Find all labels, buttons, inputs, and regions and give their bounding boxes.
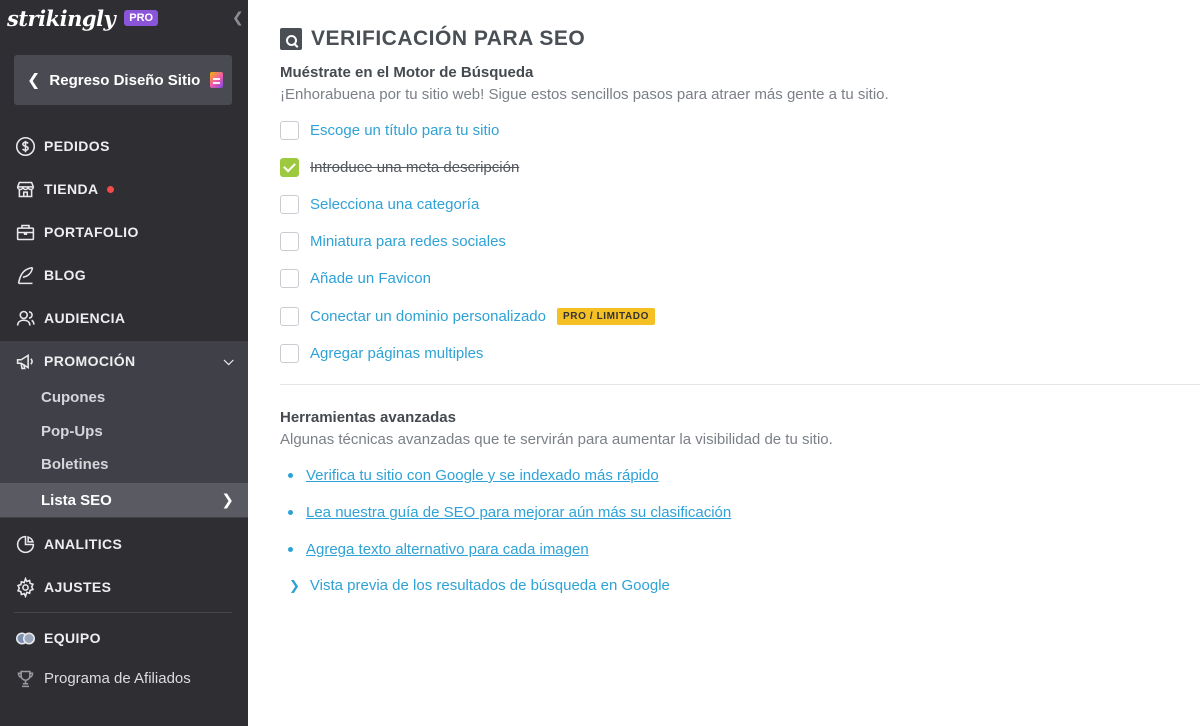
checklist-item[interactable]: Escoge un título para tu sitio — [280, 119, 499, 141]
checkbox[interactable] — [280, 343, 299, 363]
chevron-right-icon: ❯ — [221, 492, 234, 509]
section-subheading: Algunas técnicas avanzadas que te servir… — [280, 431, 833, 448]
sidebar-subitem-lista-seo[interactable]: Lista SEO ❯ — [0, 483, 248, 517]
sidebar-item-ajustes[interactable]: AJUSTES — [0, 567, 248, 607]
page-title: VERIFICACIÓN PARA SEO — [311, 27, 586, 50]
page-header: VERIFICACIÓN PARA SEO — [280, 27, 585, 51]
strikingly-logo: strikingly — [7, 5, 116, 31]
checkbox-checked[interactable] — [280, 157, 299, 177]
bullet-icon — [288, 510, 293, 515]
sidebar-item-label: AJUSTES — [44, 579, 112, 595]
checkbox[interactable] — [280, 306, 299, 326]
checklist-link[interactable]: Agregar páginas multiples — [310, 345, 483, 362]
section-subheading: ¡Enhorabuena por tu sitio web! Sigue est… — [280, 86, 889, 103]
checklist-link[interactable]: Escoge un título para tu sitio — [310, 122, 499, 139]
checkbox[interactable] — [280, 231, 299, 251]
quill-icon — [14, 264, 36, 286]
section-divider — [280, 384, 1200, 385]
checklist-item[interactable]: Agregar páginas multiples — [280, 342, 483, 364]
sidebar-subitem-boletines[interactable]: Boletines — [41, 456, 109, 473]
sidebar-item-pedidos[interactable]: PEDIDOS — [0, 126, 248, 166]
sidebar-subitem-cupones[interactable]: Cupones — [41, 389, 105, 406]
checklist-link[interactable]: Añade un Favicon — [310, 270, 431, 287]
sidebar-item-label: PEDIDOS — [44, 138, 110, 154]
search-preview-toggle[interactable]: ❯ Vista previa de los resultados de búsq… — [289, 577, 670, 594]
brand[interactable]: strikingly PRO — [7, 4, 159, 32]
sidebar-item-afiliados[interactable]: Programa de Afiliados — [14, 667, 191, 689]
sidebar-item-audiencia[interactable]: AUDIENCIA — [0, 298, 248, 338]
sidebar-divider — [14, 612, 232, 613]
back-button-label: Regreso Diseño Sitio — [49, 71, 201, 89]
checklist-item[interactable]: Miniatura para redes sociales — [280, 230, 506, 252]
checklist-link[interactable]: Miniatura para redes sociales — [310, 233, 506, 250]
checkbox[interactable] — [280, 268, 299, 288]
dollar-icon — [14, 135, 36, 157]
sidebar-item-blog[interactable]: BLOG — [0, 255, 248, 295]
checklist-item[interactable]: Selecciona una categoría — [280, 193, 479, 215]
section-heading: Muéstrate en el Motor de Búsqueda — [280, 64, 534, 81]
sidebar-subitem-popups[interactable]: Pop-Ups — [41, 423, 103, 440]
chevron-left-icon[interactable]: ❮ — [232, 9, 244, 26]
trophy-icon — [14, 667, 36, 689]
checklist-link[interactable]: Introduce una meta descripción — [310, 159, 519, 176]
sidebar-item-promocion[interactable]: PROMOCIÓN ⌵ — [0, 341, 248, 381]
list-item: Verifica tu sitio con Google y se indexa… — [288, 467, 659, 484]
bullet-icon — [288, 547, 293, 552]
checkbox[interactable] — [280, 120, 299, 140]
sidebar-item-tienda[interactable]: TIENDA — [0, 169, 248, 209]
sidebar-item-label: EQUIPO — [44, 630, 101, 646]
sidebar-item-equipo[interactable]: EQUIPO — [0, 618, 248, 658]
section-heading: Herramientas avanzadas — [280, 409, 456, 426]
sidebar-item-label: AUDIENCIA — [44, 310, 126, 326]
checklist-item[interactable]: Introduce una meta descripción — [280, 156, 519, 178]
checklist-item[interactable]: Añade un Favicon — [280, 267, 431, 289]
chevron-right-icon: ❯ — [289, 577, 300, 593]
sidebar-subitem-label: Lista SEO — [41, 491, 112, 509]
briefcase-icon — [14, 221, 36, 243]
back-to-design-button[interactable]: ❮ Regreso Diseño Sitio — [14, 55, 232, 105]
sidebar-item-analitics[interactable]: ANALITICS — [0, 524, 248, 564]
sidebar-item-label: TIENDA — [44, 181, 99, 197]
pro-badge: PRO — [124, 10, 159, 26]
sidebar-item-label: ANALITICS — [44, 536, 123, 552]
sidebar-item-label: PROMOCIÓN — [44, 353, 136, 369]
checklist-link[interactable]: Selecciona una categoría — [310, 196, 479, 213]
sidebar: strikingly PRO ❮ ❮ Regreso Diseño Sitio … — [0, 0, 248, 726]
chevron-down-icon: ⌵ — [223, 353, 234, 368]
megaphone-icon — [14, 350, 36, 372]
pie-chart-icon — [14, 533, 36, 555]
team-avatars-icon — [14, 627, 36, 649]
document-icon — [210, 72, 224, 88]
sidebar-item-label: Programa de Afiliados — [44, 669, 191, 687]
chevron-left-icon: ❮ — [27, 72, 41, 89]
checkbox[interactable] — [280, 194, 299, 214]
sidebar-item-label: BLOG — [44, 267, 87, 283]
users-icon — [14, 307, 36, 329]
sidebar-item-portafolio[interactable]: PORTAFOLIO — [0, 212, 248, 252]
sidebar-item-label: PORTAFOLIO — [44, 224, 139, 240]
seo-guide-link[interactable]: Lea nuestra guía de SEO para mejorar aún… — [306, 504, 731, 521]
main-content: VERIFICACIÓN PARA SEO Muéstrate en el Mo… — [280, 0, 1200, 726]
checklist-link[interactable]: Conectar un dominio personalizado — [310, 308, 546, 325]
notification-dot — [106, 185, 114, 193]
list-item: Agrega texto alternativo para cada image… — [288, 541, 589, 558]
alt-text-link[interactable]: Agrega texto alternativo para cada image… — [306, 541, 589, 558]
gear-icon — [14, 576, 36, 598]
search-icon — [280, 28, 302, 50]
pro-limited-badge: PRO / LIMITADO — [556, 307, 655, 325]
list-item: Lea nuestra guía de SEO para mejorar aún… — [288, 504, 731, 521]
bullet-icon — [288, 473, 293, 478]
search-preview-link[interactable]: Vista previa de los resultados de búsque… — [310, 577, 670, 594]
checklist-item[interactable]: Conectar un dominio personalizado PRO / … — [280, 305, 655, 327]
google-verify-link[interactable]: Verifica tu sitio con Google y se indexa… — [306, 467, 659, 484]
store-icon — [14, 178, 36, 200]
